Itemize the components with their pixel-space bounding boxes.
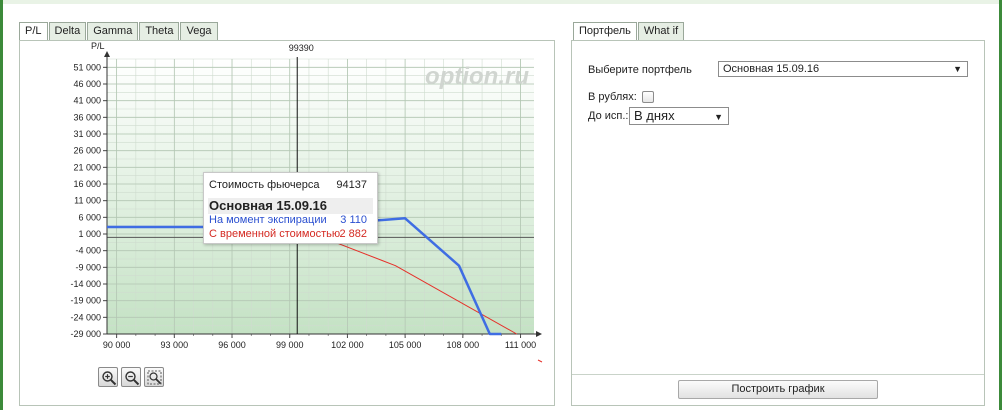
zoom-in-icon	[102, 371, 117, 386]
tab-delta[interactable]: Delta	[48, 22, 87, 40]
y-tick-label: 6 000	[78, 212, 101, 222]
tooltip-futures-row: Стоимость фьючерса 94137	[209, 179, 372, 191]
portfolio-select-value: Основная 15.09.16	[723, 63, 820, 75]
tooltip-timevalue-label: С временной стоимостью	[209, 228, 341, 240]
x-tick-label: 90 000	[103, 340, 131, 350]
zoom-in-button[interactable]	[98, 367, 118, 387]
rubles-checkbox[interactable]	[642, 91, 654, 103]
settings-divider	[572, 374, 984, 375]
expiry-select-value: В днях	[634, 108, 675, 123]
build-chart-button[interactable]: Построить график	[678, 380, 878, 399]
zoom-reset-button[interactable]	[144, 367, 164, 387]
tooltip-expiry-value: 3 110	[340, 214, 367, 226]
dropdown-arrow-icon: ▼	[953, 64, 962, 74]
tab-portfolio[interactable]: Портфель	[573, 22, 637, 40]
x-tick-label: 102 000	[331, 340, 364, 350]
y-tick-label: 11 000	[74, 196, 101, 206]
dropdown-arrow-icon: ▼	[714, 112, 723, 122]
y-tick-label: -29 000	[70, 329, 101, 339]
x-axis-arrow	[536, 331, 542, 337]
y-tick-label: 41 000	[73, 96, 101, 106]
tooltip-timevalue-value: 2 882	[339, 228, 367, 240]
zoom-out-icon	[125, 371, 140, 386]
window-left-border	[0, 0, 3, 410]
tab-pl[interactable]: P/L	[19, 22, 48, 40]
tooltip-portfolio-title: Основная 15.09.16	[208, 198, 373, 214]
chart-tooltip: Стоимость фьючерса 94137 Основная 15.09.…	[203, 172, 378, 244]
tooltip-timevalue-row: С временной стоимостью 2 882	[209, 228, 372, 240]
current-price-label: 99390	[289, 43, 314, 53]
zoom-controls	[98, 367, 164, 387]
tab-theta[interactable]: Theta	[139, 22, 180, 40]
rubles-label: В рублях:	[588, 91, 637, 103]
portfolio-label: Выберите портфель	[588, 64, 692, 76]
tooltip-futures-label: Стоимость фьючерса	[209, 179, 320, 191]
expiry-label: До исп.:	[588, 110, 629, 122]
y-axis-title: P/L	[91, 41, 105, 51]
y-tick-label: 16 000	[73, 179, 101, 189]
x-tick-label: 96 000	[218, 340, 246, 350]
window-top-strip	[0, 0, 1002, 4]
x-tick-label: 111 000	[505, 340, 536, 350]
y-tick-label: -4 000	[75, 246, 101, 256]
tooltip-expiry-label: На момент экспирации	[209, 214, 327, 226]
y-tick-label: 31 000	[73, 129, 101, 139]
y-tick-label: 46 000	[73, 79, 101, 89]
x-tick-label: 99 000	[276, 340, 304, 350]
y-tick-label: 51 000	[73, 62, 101, 72]
expiry-select[interactable]: В днях ▼	[629, 107, 729, 125]
y-tick-label: -9 000	[75, 262, 101, 272]
timevalue-overflow-mark	[537, 359, 543, 363]
zoom-out-button[interactable]	[121, 367, 141, 387]
y-tick-label: 26 000	[73, 146, 101, 156]
y-axis-arrow	[104, 51, 110, 57]
settings-tabs: Портфель What if	[573, 22, 685, 40]
x-tick-label: 93 000	[161, 340, 189, 350]
y-tick-label: 1 000	[78, 229, 101, 239]
chart-tabs: P/L Delta Gamma Theta Vega	[19, 22, 219, 40]
portfolio-select[interactable]: Основная 15.09.16 ▼	[718, 61, 968, 77]
tooltip-futures-value: 94137	[336, 179, 367, 191]
zoom-reset-icon	[147, 370, 162, 385]
y-tick-label: -19 000	[70, 296, 101, 306]
watermark-logo: option.ru	[425, 63, 529, 90]
tab-vega[interactable]: Vega	[180, 22, 218, 40]
y-tick-label: 36 000	[73, 112, 101, 122]
tab-gamma[interactable]: Gamma	[87, 22, 139, 40]
tab-what-if[interactable]: What if	[637, 22, 685, 40]
tooltip-expiry-row: На момент экспирации 3 110	[209, 214, 372, 226]
y-tick-label: -24 000	[70, 312, 101, 322]
x-tick-label: 105 000	[389, 340, 422, 350]
x-tick-label: 108 000	[447, 340, 480, 350]
y-tick-label: -14 000	[70, 279, 101, 289]
y-tick-label: 21 000	[73, 162, 101, 172]
